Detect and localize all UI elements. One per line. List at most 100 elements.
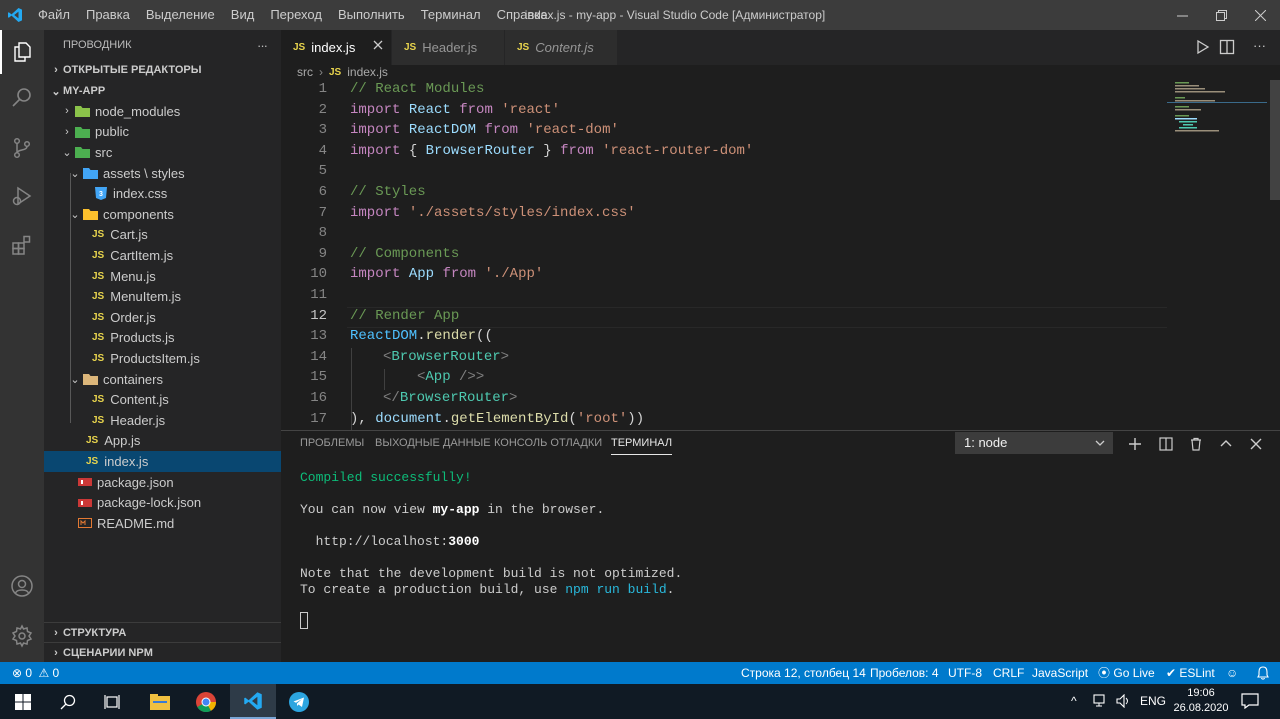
chevron-right-icon: ›	[65, 125, 69, 138]
clock[interactable]: 19:06 26.08.2020	[1170, 686, 1232, 716]
tree-package-lock-json[interactable]: package-lock.json	[44, 492, 281, 513]
breadcrumb-file[interactable]: index.js	[347, 65, 388, 79]
tab-output[interactable]: ВЫХОДНЫЕ ДАННЫЕ	[375, 431, 491, 455]
tree-cartitem-js[interactable]: JS CartItem.js	[44, 245, 281, 266]
encoding-status[interactable]: UTF-8	[948, 662, 982, 684]
eol-status[interactable]: CRLF	[993, 662, 1024, 684]
code-editor[interactable]: 1 2 3 4 5 6 7 8 9 10 11 12 13 14 15 16 1…	[281, 80, 1280, 430]
tree-productsitem-js[interactable]: JS ProductsItem.js	[44, 348, 281, 369]
restore-button[interactable]	[1202, 0, 1241, 30]
eslint-status[interactable]: ✔ ESLint	[1166, 662, 1215, 684]
indentation-status[interactable]: Пробелов: 4	[870, 662, 939, 684]
network-icon[interactable]	[1093, 694, 1109, 711]
tab-content-js[interactable]: JS Content.js	[505, 30, 617, 65]
tab-terminal[interactable]: ТЕРМИНАЛ	[611, 431, 673, 455]
tree-products-js[interactable]: JS Products.js	[44, 328, 281, 349]
editor-scrollbar[interactable]	[1270, 80, 1280, 200]
tab-index-js[interactable]: JS index.js	[281, 30, 391, 65]
tree-menuitem-js[interactable]: JS MenuItem.js	[44, 286, 281, 307]
menu-help[interactable]: Справка	[489, 0, 556, 30]
menu-file[interactable]: Файл	[30, 0, 78, 30]
tree-content-js[interactable]: JS Content.js	[44, 389, 281, 410]
problems-status[interactable]: ⊗ 0 ⚠ 0	[12, 662, 59, 684]
tree-index-css[interactable]: 3 index.css	[44, 183, 281, 204]
tab-label: Content.js	[535, 40, 594, 55]
code-punctuation: (	[568, 411, 577, 427]
tree-assets-styles[interactable]: ⌄ assets \ styles	[44, 163, 281, 184]
section-outline[interactable]: › СТРУКТУРА	[44, 622, 281, 642]
search-icon[interactable]	[0, 76, 44, 120]
code-string: './assets/styles/index.css'	[408, 205, 636, 221]
task-view-icon[interactable]	[90, 684, 136, 719]
account-icon[interactable]	[0, 564, 44, 608]
tree-cart-js[interactable]: JS Cart.js	[44, 225, 281, 246]
file-explorer-icon[interactable]	[137, 684, 183, 719]
tab-debug-console[interactable]: КОНСОЛЬ ОТЛАДКИ	[494, 431, 602, 455]
cursor-position[interactable]: Строка 12, столбец 14	[741, 662, 866, 684]
tree-index-js[interactable]: JS index.js	[44, 451, 281, 472]
run-icon[interactable]	[1196, 39, 1210, 58]
tree-header-js[interactable]: JS Header.js	[44, 410, 281, 431]
tree-containers[interactable]: ⌄ containers	[44, 369, 281, 390]
split-terminal-icon[interactable]	[1155, 433, 1177, 455]
section-label: СТРУКТУРА	[63, 626, 127, 639]
tree-app-js[interactable]: JS App.js	[44, 431, 281, 452]
tab-problems[interactable]: ПРОБЛЕМЫ	[300, 431, 364, 455]
bottom-panel: ПРОБЛЕМЫ ВЫХОДНЫЕ ДАННЫЕ КОНСОЛЬ ОТЛАДКИ…	[281, 430, 1280, 662]
tree-readme-md[interactable]: README.md	[44, 513, 281, 534]
source-control-icon[interactable]	[0, 126, 44, 170]
volume-icon[interactable]	[1116, 693, 1132, 711]
search-icon[interactable]	[45, 684, 91, 719]
vscode-taskbar-icon[interactable]	[230, 684, 276, 719]
minimap[interactable]	[1167, 80, 1267, 430]
tab-header-js[interactable]: JS Header.js	[392, 30, 504, 65]
close-button[interactable]	[1241, 0, 1280, 30]
settings-gear-icon[interactable]	[0, 614, 44, 658]
chrome-icon[interactable]	[183, 684, 229, 719]
more-actions-icon[interactable]: ···	[1253, 38, 1266, 53]
vscode-logo-icon[interactable]	[0, 0, 30, 30]
run-debug-icon[interactable]	[0, 174, 44, 218]
tree-label: index.js	[104, 453, 149, 469]
tree-src[interactable]: ⌄ src	[44, 142, 281, 163]
language-status[interactable]: JavaScript	[1032, 662, 1088, 684]
tab-label: Header.js	[422, 40, 478, 55]
tree-public[interactable]: › public	[44, 122, 281, 143]
feedback-icon[interactable]: ☺	[1226, 662, 1238, 684]
breadcrumb-folder[interactable]: src	[297, 65, 313, 79]
close-panel-icon[interactable]	[1245, 433, 1267, 455]
action-center-icon[interactable]	[1241, 693, 1259, 712]
menu-edit[interactable]: Правка	[78, 0, 138, 30]
menu-run[interactable]: Выполнить	[330, 0, 413, 30]
keyboard-language[interactable]: ENG	[1140, 684, 1166, 719]
tree-label: Header.js	[110, 412, 166, 428]
menu-selection[interactable]: Выделение	[138, 0, 223, 30]
tray-chevron-up-icon[interactable]: ^	[1071, 694, 1077, 708]
close-tab-icon[interactable]	[373, 38, 383, 53]
npm-file-icon	[76, 496, 93, 510]
go-live-button[interactable]: ⦿ Go Live	[1098, 662, 1155, 684]
section-npm-scripts[interactable]: › СЦЕНАРИИ NPM	[44, 642, 281, 662]
telegram-icon[interactable]	[276, 684, 322, 719]
terminal-select[interactable]: 1: node	[955, 432, 1113, 454]
minimize-button[interactable]	[1163, 0, 1202, 30]
extensions-icon[interactable]	[0, 223, 44, 267]
menu-view[interactable]: Вид	[223, 0, 263, 30]
tree-node_modules[interactable]: › node_modules	[44, 101, 281, 122]
new-terminal-icon[interactable]	[1124, 433, 1146, 455]
tree-package-json[interactable]: package.json	[44, 472, 281, 493]
explorer-icon[interactable]	[0, 30, 44, 74]
tree-components[interactable]: ⌄ components	[44, 204, 281, 225]
tree-order-js[interactable]: JS Order.js	[44, 307, 281, 328]
code-line: import React from 'react'	[350, 102, 560, 118]
trash-icon[interactable]	[1185, 433, 1207, 455]
section-open-editors[interactable]: › ОТКРЫТЫЕ РЕДАКТОРЫ	[44, 60, 281, 80]
tree-menu-js[interactable]: JS Menu.js	[44, 266, 281, 287]
more-actions-icon[interactable]: ···	[257, 38, 268, 53]
split-editor-icon[interactable]	[1219, 39, 1235, 58]
menu-go[interactable]: Переход	[262, 0, 330, 30]
windows-start-icon[interactable]	[0, 684, 46, 719]
section-my-app[interactable]: ⌄ MY-APP	[44, 81, 281, 101]
maximize-panel-icon[interactable]	[1215, 433, 1237, 455]
menu-terminal[interactable]: Терминал	[413, 0, 489, 30]
